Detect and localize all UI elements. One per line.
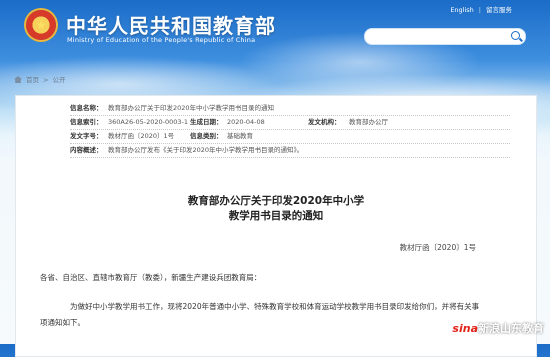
sina-watermark: sina新浪山东教育 xyxy=(452,320,544,336)
watermark-text: 新浪山东教育 xyxy=(478,322,544,335)
sina-logo: sina xyxy=(452,322,478,335)
date-value: 2020-04-08 xyxy=(227,118,265,126)
document-body: 为做好中小学教学用书工作，现将2020年普通中小学、特殊教育学校和体育运动学校教… xyxy=(40,302,480,327)
home-icon xyxy=(14,76,22,83)
breadcrumb: 首页 > 公开 xyxy=(14,74,65,84)
meta-row-name: 信息名称： 教育部办公厅关于印发2020年中小学教学用书目录的通知 xyxy=(70,102,510,116)
category-label: 信息类别： xyxy=(190,132,223,140)
meta-row-docno: 发文字号： 教材厅函〔2020〕1号 信息类别： 基础教育 xyxy=(70,130,510,144)
meta-row-summary: 内容概述： 教育部办公厅发布《关于印发2020年中小学教学用书目录的通知》。 xyxy=(70,144,510,158)
top-links: English | 留言服务 xyxy=(450,4,512,14)
category-value: 基础教育 xyxy=(227,132,253,140)
summary-label: 内容概述： xyxy=(70,146,103,154)
document-title-line2: 教学用书目录的通知 xyxy=(228,210,324,222)
org-value: 教育部办公厅 xyxy=(349,118,388,126)
org-label: 发文机构： xyxy=(308,118,341,126)
meta-row-index: 信息索引： 360A26-05-2020-0003-1 生成日期： 2020-0… xyxy=(70,116,510,130)
message-service-link[interactable]: 留言服务 xyxy=(486,6,512,14)
breadcrumb-open-link[interactable]: 公开 xyxy=(52,76,65,84)
name-value: 教育部办公厅关于印发2020年中小学教学用书目录的通知 xyxy=(108,104,275,112)
site-subtitle: Ministry of Education of the People's Re… xyxy=(67,36,256,44)
search-icon[interactable] xyxy=(511,31,520,40)
document-title-line1: 教育部办公厅关于印发2020年中小学 xyxy=(187,195,365,207)
info-metadata-table: 信息名称： 教育部办公厅关于印发2020年中小学教学用书目录的通知 信息索引： … xyxy=(70,102,510,158)
name-label: 信息名称： xyxy=(70,104,103,112)
national-emblem-icon: ★ xyxy=(26,10,56,40)
link-divider: | xyxy=(478,6,481,14)
docno-value: 教材厅函〔2020〕1号 xyxy=(108,132,175,140)
docno-label: 发文字号： xyxy=(70,132,103,140)
document-salutation: 各省、自治区、直辖市教育厅（教委），新疆生产建设兵团教育局： xyxy=(40,273,262,282)
breadcrumb-separator: > xyxy=(43,76,49,84)
site-title: 中华人民共和国教育部 xyxy=(66,14,276,38)
content-panel: 信息名称： 教育部办公厅关于印发2020年中小学教学用书目录的通知 信息索引： … xyxy=(15,95,537,357)
index-label: 信息索引： xyxy=(70,118,103,126)
date-label: 生成日期： xyxy=(190,118,223,126)
summary-value: 教育部办公厅发布《关于印发2020年中小学教学用书目录的通知》。 xyxy=(108,146,304,154)
document-number: 教材厅函〔2020〕1号 xyxy=(399,243,476,252)
breadcrumb-home-link[interactable]: 首页 xyxy=(26,76,39,84)
search-input[interactable] xyxy=(364,28,526,45)
index-value: 360A26-05-2020-0003-1 xyxy=(108,118,188,126)
english-link[interactable]: English xyxy=(450,6,473,14)
